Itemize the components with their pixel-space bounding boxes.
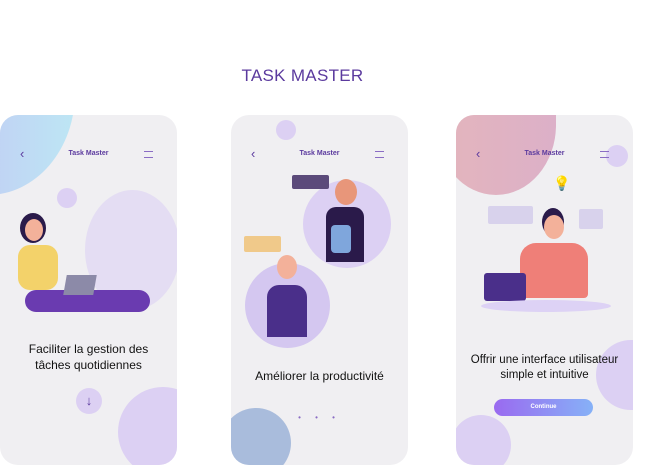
chat-bubble-icon (488, 206, 533, 224)
caption-line: simple et intuitive (500, 369, 589, 381)
desk (481, 300, 611, 312)
chat-bubble-icon (244, 236, 281, 252)
header: ‹ Task Master (456, 146, 633, 161)
caption-line: tâches quotidiennes (35, 358, 142, 372)
person-body (520, 243, 588, 298)
caption-line: Améliorer la productivité (255, 369, 384, 383)
laptop-icon (484, 273, 526, 301)
decor-circle (57, 188, 77, 208)
person-head (544, 215, 564, 239)
app-title: TASK MASTER (241, 66, 364, 85)
person-head (335, 179, 357, 205)
menu-icon[interactable] (600, 151, 609, 158)
caption: Améliorer la productivité (231, 368, 408, 384)
chat-bubble-icon (292, 175, 329, 189)
header: ‹ Task Master (231, 146, 408, 161)
onboarding-screen-2: ‹ Task Master Améliorer la productivité … (231, 115, 408, 465)
caption: Faciliter la gestion des tâches quotidie… (0, 341, 177, 373)
decor-circle (276, 120, 296, 140)
caption-line: Faciliter la gestion des (28, 342, 149, 356)
onboarding-screen-3: ‹ Task Master 💡 Offrir une interface uti… (456, 115, 633, 465)
lightbulb-icon: 💡 (553, 175, 571, 191)
caption-line: Offrir une interface utilisateur (470, 354, 619, 366)
continue-button[interactable]: Continue (494, 399, 593, 416)
header: ‹ Task Master (0, 146, 177, 161)
menu-icon[interactable] (144, 151, 153, 158)
onboarding-screen-1: ‹ Task Master Faciliter la gestion des t… (0, 115, 177, 465)
decor-circle (456, 415, 511, 465)
decor-circle (118, 387, 177, 465)
person-body (267, 285, 307, 337)
next-button[interactable]: ↓ (76, 388, 102, 414)
menu-icon[interactable] (375, 151, 384, 158)
person-head (277, 255, 297, 279)
overalls (331, 225, 351, 253)
caption: Offrir une interface utilisateur simple … (456, 353, 633, 383)
like-bubble-icon (579, 209, 603, 229)
